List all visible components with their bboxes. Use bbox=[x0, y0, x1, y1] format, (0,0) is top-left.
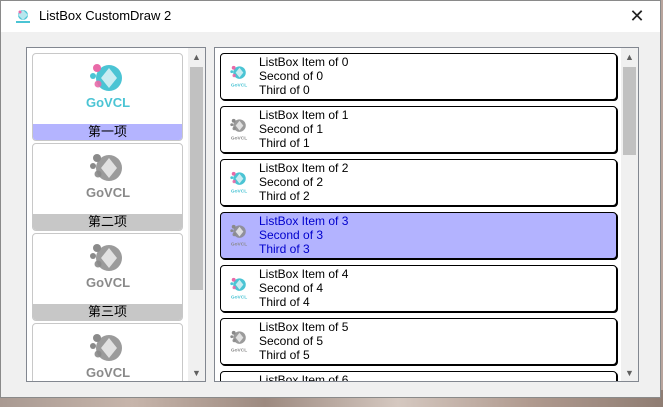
logo-text: GoVCL bbox=[231, 83, 247, 89]
right-list-item[interactable]: GoVCL ListBox Item of 5 Second of 5 Third o… bbox=[220, 318, 617, 365]
title-bar: ListBox CustomDraw 2 ✕ bbox=[1, 1, 660, 32]
govcl-app-icon bbox=[16, 10, 30, 23]
right-listbox[interactable]: GoVCL ListBox Item of 0 Second of 0 Third o… bbox=[214, 47, 639, 382]
govcl-logo-icon: GoVCL bbox=[230, 118, 247, 142]
right-list-item[interactable]: GoVCL ListBox Item of 3 Second of 3 Third o… bbox=[220, 212, 617, 259]
govcl-logo-icon: GoVCL bbox=[230, 277, 247, 301]
item-line3: Third of 0 bbox=[259, 83, 310, 97]
govcl-logo-icon: GoVCL bbox=[230, 65, 247, 89]
govcl-logo-icon: GoVCL bbox=[86, 64, 130, 110]
item-line1: ListBox Item of 5 bbox=[259, 320, 349, 334]
window-title: ListBox CustomDraw 2 bbox=[39, 8, 172, 23]
item-text-block: ListBox Item of 1 Second of 1 Third of 1 bbox=[259, 108, 348, 150]
logo-text: GoVCL bbox=[86, 275, 130, 290]
item-text-block: ListBox Item of 3 Second of 3 Third of 3 bbox=[259, 214, 348, 256]
logo-text: GoVCL bbox=[231, 189, 247, 195]
item-line2: Second of 4 bbox=[259, 281, 324, 295]
item-line3: Third of 2 bbox=[259, 189, 310, 203]
govcl-logo-icon: GoVCL bbox=[86, 334, 130, 380]
left-item-caption: 第二项 bbox=[33, 214, 182, 230]
item-text-block: ListBox Item of 6 bbox=[259, 373, 349, 382]
left-item-caption: 第三项 bbox=[33, 304, 182, 320]
item-line2: Second of 2 bbox=[259, 175, 324, 189]
govcl-logo-icon: GoVCL bbox=[86, 154, 130, 200]
scroll-down-arrow-icon[interactable]: ▼ bbox=[188, 364, 205, 381]
govcl-logo-icon: GoVCL bbox=[230, 224, 247, 248]
scroll-thumb[interactable] bbox=[190, 67, 203, 290]
item-line3: Third of 3 bbox=[259, 242, 310, 256]
logo-text: GoVCL bbox=[86, 95, 130, 110]
right-list-item[interactable]: GoVCL ListBox Item of 4 Second of 4 Third o… bbox=[220, 265, 617, 312]
item-text-block: ListBox Item of 0 Second of 0 Third of 0 bbox=[259, 55, 348, 97]
govcl-logo-icon: GoVCL bbox=[86, 244, 130, 290]
govcl-logo-icon: GoVCL bbox=[225, 379, 253, 382]
item-line2: Second of 0 bbox=[259, 69, 324, 83]
scroll-up-arrow-icon[interactable]: ▲ bbox=[188, 48, 205, 65]
item-line2: Second of 3 bbox=[259, 228, 324, 242]
item-line3: Third of 4 bbox=[259, 295, 310, 309]
logo-text: GoVCL bbox=[86, 365, 130, 380]
scroll-down-arrow-icon[interactable]: ▼ bbox=[621, 364, 638, 381]
left-list-item[interactable]: GoVCL 第三项 bbox=[32, 233, 183, 321]
item-text-block: ListBox Item of 5 Second of 5 Third of 5 bbox=[259, 320, 348, 362]
close-button[interactable]: ✕ bbox=[614, 1, 660, 32]
logo-text: GoVCL bbox=[231, 295, 247, 301]
right-list-item[interactable]: GoVCL ListBox Item of 2 Second of 2 Third o… bbox=[220, 159, 617, 206]
item-line3: Third of 1 bbox=[259, 136, 310, 150]
right-list-item[interactable]: GoVCL ListBox Item of 6 bbox=[220, 371, 617, 382]
item-line1: ListBox Item of 0 bbox=[259, 55, 349, 69]
left-listbox[interactable]: GoVCL 第一项 GoVCL 第二项 GoVCL 第三项 GoVCL ▲ ▼ bbox=[26, 47, 206, 382]
scroll-thumb[interactable] bbox=[623, 67, 636, 155]
item-line1: ListBox Item of 6 bbox=[259, 373, 349, 382]
left-item-caption: 第一项 bbox=[33, 124, 182, 140]
govcl-logo-icon: GoVCL bbox=[230, 330, 247, 354]
right-list-item[interactable]: GoVCL ListBox Item of 1 Second of 1 Third o… bbox=[220, 106, 617, 153]
item-line2: Second of 5 bbox=[259, 334, 324, 348]
app-window: ListBox CustomDraw 2 ✕ GoVCL 第一项 GoVCL 第二项 G… bbox=[0, 0, 661, 398]
logo-text: GoVCL bbox=[231, 348, 247, 354]
govcl-logo-icon: GoVCL bbox=[230, 171, 247, 195]
item-line1: ListBox Item of 4 bbox=[259, 267, 349, 281]
item-text-block: ListBox Item of 4 Second of 4 Third of 4 bbox=[259, 267, 348, 309]
item-line2: Second of 1 bbox=[259, 122, 324, 136]
logo-text: GoVCL bbox=[231, 242, 247, 248]
logo-text: GoVCL bbox=[86, 185, 130, 200]
left-list-item[interactable]: GoVCL 第二项 bbox=[32, 143, 183, 231]
item-line1: ListBox Item of 2 bbox=[259, 161, 349, 175]
close-icon: ✕ bbox=[629, 6, 645, 26]
left-scrollbar[interactable]: ▲ ▼ bbox=[188, 48, 205, 381]
item-text-block: ListBox Item of 2 Second of 2 Third of 2 bbox=[259, 161, 348, 203]
right-list-item[interactable]: GoVCL ListBox Item of 0 Second of 0 Third o… bbox=[220, 53, 617, 100]
item-line1: ListBox Item of 1 bbox=[259, 108, 349, 122]
item-line3: Third of 5 bbox=[259, 348, 310, 362]
right-scrollbar[interactable]: ▲ ▼ bbox=[621, 48, 638, 381]
scroll-up-arrow-icon[interactable]: ▲ bbox=[621, 48, 638, 65]
logo-text: GoVCL bbox=[231, 136, 247, 142]
left-list-item[interactable]: GoVCL 第一项 bbox=[32, 53, 183, 141]
left-list-item[interactable]: GoVCL bbox=[32, 323, 183, 381]
item-line1: ListBox Item of 3 bbox=[259, 214, 349, 228]
